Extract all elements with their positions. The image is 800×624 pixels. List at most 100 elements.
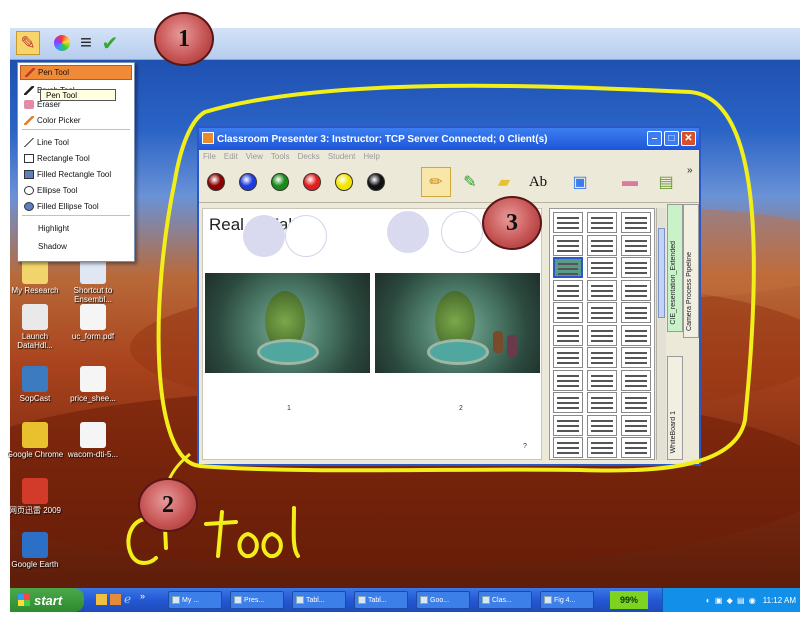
slide-thumbnail[interactable] [621,279,651,301]
pen-color-swatch[interactable] [239,173,257,191]
quick-launch-icon[interactable] [96,594,107,605]
slide-thumbnail[interactable] [587,369,617,391]
desktop-icon[interactable]: My Research [6,258,64,295]
ie-icon[interactable]: ℯ [124,592,131,606]
pen-tool-button[interactable]: ✎ [16,31,40,55]
quick-launch-icon[interactable] [110,594,121,605]
pen-color-swatch[interactable] [335,173,353,191]
menu-edit[interactable]: Edit [224,152,238,161]
toolbar-overflow[interactable]: » [687,165,693,176]
menu-tools[interactable]: Tools [271,152,290,161]
slide-thumbnail[interactable] [553,347,583,368]
close-button[interactable]: ✕ [681,131,696,146]
slide-thumbnail[interactable] [621,257,651,278]
desktop-icon[interactable]: Launch DataHdl... [6,304,64,350]
slide-thumbnail[interactable] [553,392,583,413]
menu-help[interactable]: Help [363,152,379,161]
slide-filmstrip[interactable] [549,208,655,460]
battery-indicator[interactable]: 99% [610,591,648,609]
slide-thumbnail[interactable] [621,234,651,256]
minimize-button[interactable]: – [647,131,662,146]
taskbar-task[interactable]: Goo... [416,591,470,609]
slide-thumbnail[interactable] [621,324,651,346]
menu-student[interactable]: Student [328,152,356,161]
desktop-icon[interactable]: Google Earth [6,532,64,569]
slide-thumbnail[interactable] [621,414,651,436]
taskbar-task[interactable]: Clas... [478,591,532,609]
slide-thumbnail[interactable] [587,212,617,233]
desktop-icon[interactable]: Google Chrome [6,422,64,459]
slide-thumbnail[interactable] [587,257,617,278]
taskbar-task[interactable]: Tabl... [354,591,408,609]
slide-thumbnail[interactable] [621,369,651,391]
eraser-button[interactable]: ▰ [489,167,519,197]
highlighter-button[interactable]: ✎ [455,167,485,197]
pen-color-swatch[interactable] [303,173,321,191]
slide-thumbnail[interactable] [621,392,651,413]
slide-thumbnail[interactable] [621,437,651,458]
slide-thumbnail[interactable] [553,279,583,301]
menu-file[interactable]: File [203,152,216,161]
slide-thumbnail[interactable] [587,324,617,346]
text-tool-button[interactable]: Ab [523,167,553,197]
menu-view[interactable]: View [246,152,263,161]
maximize-button[interactable]: □ [664,131,679,146]
deck-tab-3[interactable]: WhiteBoard 1 [667,356,683,460]
slide-thumbnail[interactable] [587,234,617,256]
menu-item-highlight[interactable]: Highlight [20,221,132,236]
slide-thumbnail[interactable] [621,347,651,368]
image-tool-button[interactable]: ▣ [565,167,595,197]
desktop-icon[interactable]: Shortcut to Ensembl... [64,258,122,304]
menu-item-filled-rectangle-tool[interactable]: Filled Rectangle Tool [20,167,132,182]
deck-tab-1[interactable]: CIE_resentation_Extended [667,204,683,332]
slide-thumbnail[interactable] [621,212,651,233]
slide-thumbnail[interactable] [553,257,583,278]
clear-ink-button[interactable]: ▬ [615,167,645,197]
line-weight-button[interactable]: ≡ [74,31,98,55]
desktop-icon[interactable]: SopCast [6,366,64,403]
slide-thumbnail[interactable] [587,302,617,323]
desktop-icon[interactable]: price_shee... [64,366,122,403]
pen-color-swatch[interactable] [367,173,385,191]
menu-item-color-picker[interactable]: Color Picker [20,113,132,128]
slide-thumbnail[interactable] [587,437,617,458]
slide-thumbnail[interactable] [553,302,583,323]
desktop-icon[interactable]: uc_form.pdf [64,304,122,341]
slide-thumbnail[interactable] [621,302,651,323]
menu-item-shadow[interactable]: Shadow [20,239,132,254]
slide-thumbnail[interactable] [587,414,617,436]
slide-button[interactable]: ▤ [651,167,681,197]
tray-icons[interactable]: ◐ ▣ ◆ ▤ ◉ [706,596,757,605]
window-title-bar[interactable]: Classroom Presenter 3: Instructor; TCP S… [199,128,699,150]
slide-thumbnail[interactable] [587,347,617,368]
pen-color-swatch[interactable] [271,173,289,191]
slide-thumbnail[interactable] [553,414,583,436]
menu-item-pen-tool[interactable]: Pen Tool [20,65,132,80]
deck-tab-2[interactable]: Camera Process Pipeline [683,204,699,338]
slide-thumbnail[interactable] [587,392,617,413]
slide-thumbnail[interactable] [553,212,583,233]
start-button[interactable]: start [10,588,84,612]
slide-thumbnail[interactable] [587,279,617,301]
taskbar-task[interactable]: Pres... [230,591,284,609]
scrollbar-thumb[interactable] [658,228,665,318]
pen-color-swatch[interactable] [207,173,225,191]
taskbar-task[interactable]: Tabl... [292,591,346,609]
slide-thumbnail[interactable] [553,324,583,346]
menu-item-filled-ellipse-tool[interactable]: Filled Ellipse Tool [20,199,132,214]
slide-thumbnail[interactable] [553,369,583,391]
slide-thumbnail[interactable] [553,437,583,458]
slide-thumbnail[interactable] [553,234,583,256]
menu-item-line-tool[interactable]: Line Tool [20,135,132,150]
slide-canvas[interactable]: Real or Fake? 1 2 ? [202,208,542,460]
menu-decks[interactable]: Decks [298,152,320,161]
color-picker-button[interactable] [50,31,74,55]
done-button[interactable]: ✔ [98,31,122,55]
taskbar-task[interactable]: My ... [168,591,222,609]
quick-launch-overflow[interactable]: » [140,591,145,601]
taskbar-task[interactable]: Fig 4... [540,591,594,609]
desktop-icon[interactable]: 网页迅雷 2009 [6,478,64,515]
desktop-icon[interactable]: wacom-dti-5... [64,422,122,459]
menu-item-ellipse-tool[interactable]: Ellipse Tool [20,183,132,198]
pen-tool-button[interactable]: ✏ [421,167,451,197]
